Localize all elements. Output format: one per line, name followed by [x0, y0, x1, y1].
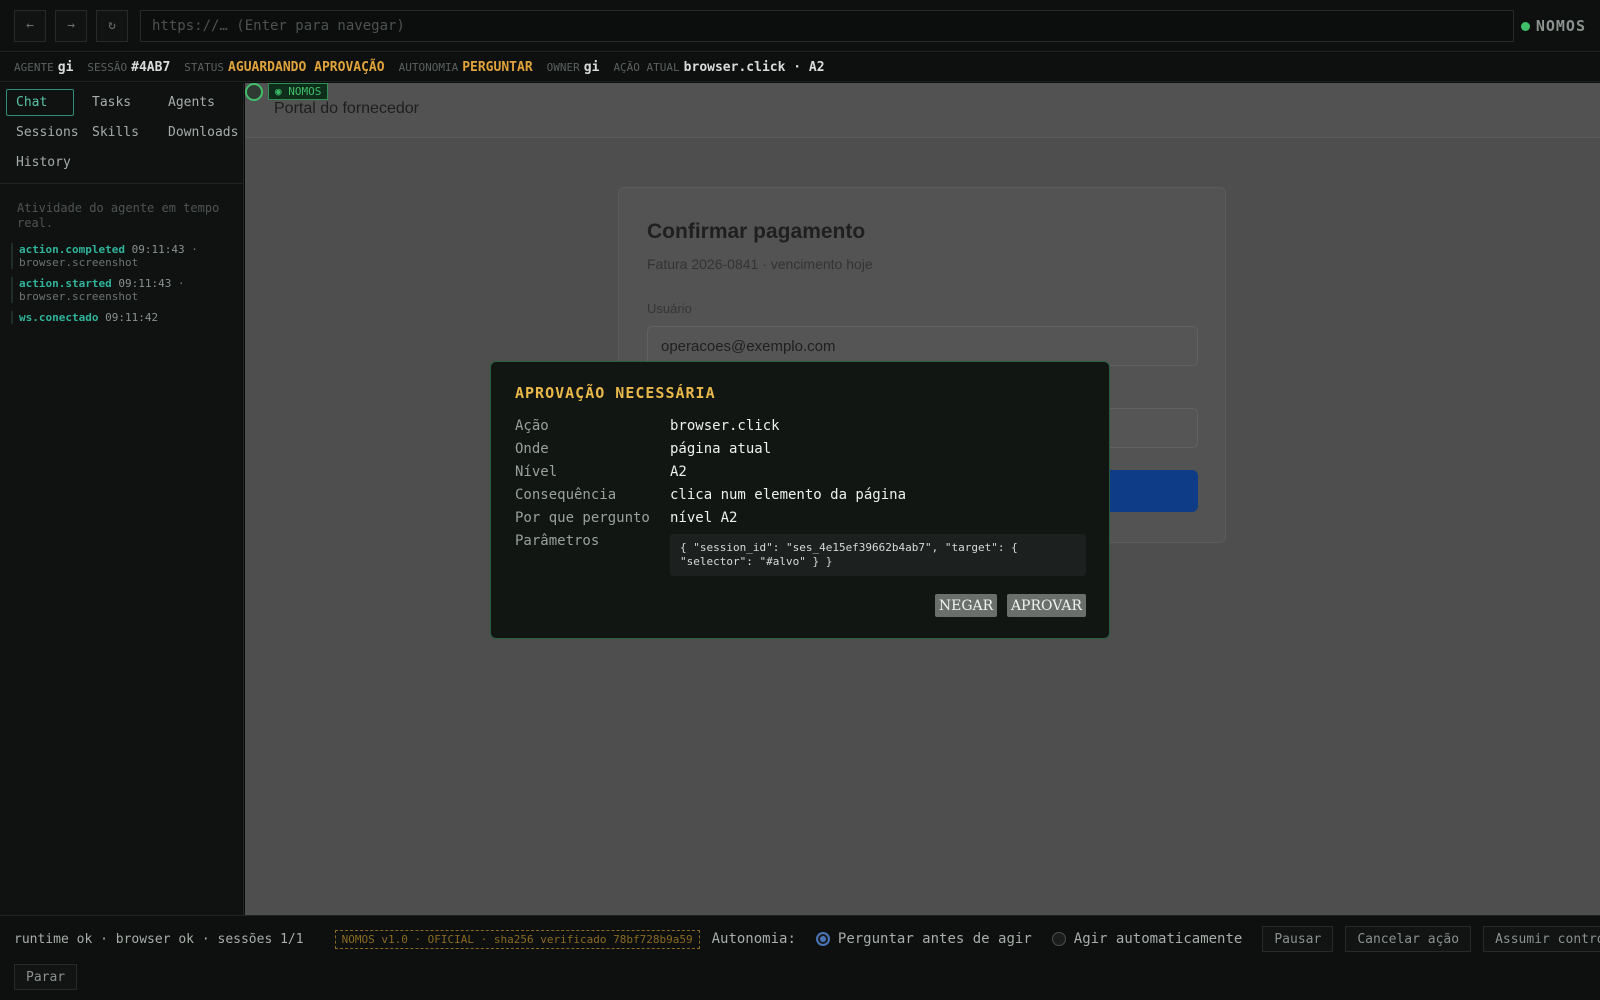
- tab-sessions[interactable]: Sessions: [6, 119, 79, 146]
- params-code: { "session_id": "ses_4e15ef39662b4ab7", …: [670, 534, 1086, 576]
- tab-agents[interactable]: Agents: [158, 89, 240, 116]
- event-detail: browser.screenshot: [19, 256, 139, 269]
- sidebar-nav: Chat Tasks Agents Sessions Skills Downlo…: [6, 89, 238, 176]
- status-current-action: AÇÃO ATUAL browser.click · A2: [613, 59, 825, 75]
- forward-button[interactable]: →: [55, 9, 87, 42]
- event-type: action.completed: [19, 243, 125, 256]
- card-title: Confirmar pagamento: [647, 220, 866, 243]
- agent-status-bar: AGENTE gi SESSÃO #4AB7 STATUS AGUARDANDO AP…: [0, 53, 1600, 82]
- tab-tasks[interactable]: Tasks: [82, 89, 150, 116]
- cancel-action-button[interactable]: Cancelar ação: [1345, 926, 1472, 952]
- status-session: SESSÃO #4AB7: [87, 59, 171, 75]
- user-field[interactable]: operacoes@exemplo.com: [647, 326, 1198, 366]
- reload-button[interactable]: ↻: [96, 9, 128, 42]
- version-badge: NOMOS v1.0 · OFICIAL · sha256 verificado…: [334, 929, 700, 949]
- arrow-right-icon: →: [67, 18, 75, 33]
- page-header: ◉ NOMOS Portal do fornecedor: [245, 83, 1600, 138]
- runtime-status: runtime ok · browser ok · sessões 1/1: [14, 931, 304, 947]
- nomos-badge: ◉ NOMOS: [268, 83, 329, 100]
- sidebar-divider: [0, 183, 244, 184]
- tab-history[interactable]: History: [6, 149, 74, 176]
- tab-chat[interactable]: Chat: [6, 89, 74, 116]
- card-subtitle: Fatura 2026-0841 · vencimento hoje: [647, 256, 873, 272]
- control-row: runtime ok · browser ok · sessões 1/1 NO…: [14, 926, 1600, 952]
- page-title: Portal do fornecedor: [274, 100, 419, 117]
- url-placeholder: https://… (Enter para navegar): [152, 18, 405, 34]
- brand: NOMOS: [1520, 0, 1586, 52]
- dialog-title: APROVAÇÃO NECESSÁRIA: [515, 384, 716, 402]
- user-label: Usuário: [647, 301, 692, 316]
- event-time: 09:11:43: [131, 243, 185, 256]
- event-time: 09:11:42: [105, 311, 159, 324]
- approval-dialog: APROVAÇÃO NECESSÁRIA Ação browser.click O…: [490, 361, 1110, 639]
- event-type: action.started: [19, 277, 112, 290]
- status-state: STATUS AGUARDANDO APROVAÇÃO: [184, 59, 385, 75]
- browser-toolbar: ← → ↻ https://… (Enter para navegar) NOM…: [0, 0, 1600, 52]
- tab-skills[interactable]: Skills: [82, 119, 150, 146]
- radio-checked-icon: [815, 932, 830, 946]
- list-item: action.completed 09:11:43 · browser.scre…: [11, 243, 236, 269]
- status-owner: OWNER gi: [546, 59, 600, 75]
- list-item: ws.conectado 09:11:42: [11, 311, 236, 324]
- status-autonomy: AUTONOMIA PERGUNTAR: [398, 59, 533, 75]
- radio-ask[interactable]: Perguntar antes de agir: [815, 931, 1032, 947]
- radio-unchecked-icon: [1051, 932, 1066, 946]
- feed-hint: Atividade do agente em tempo real.: [17, 201, 220, 230]
- user-field-value: operacoes@exemplo.com: [661, 337, 836, 355]
- take-control-button[interactable]: Assumir controle: [1483, 926, 1600, 952]
- stop-button[interactable]: Parar: [14, 964, 78, 990]
- brand-name: NOMOS: [1535, 17, 1586, 35]
- agent-cursor-icon: [245, 83, 263, 101]
- reload-icon: ↻: [108, 18, 116, 33]
- status-dot-icon: [1520, 21, 1530, 31]
- sidebar: Chat Tasks Agents Sessions Skills Downlo…: [0, 83, 244, 915]
- list-item: action.started 09:11:43 · browser.screen…: [11, 277, 236, 303]
- back-button[interactable]: ←: [14, 9, 46, 42]
- tab-downloads[interactable]: Downloads: [158, 119, 240, 146]
- control-bar: runtime ok · browser ok · sessões 1/1 NO…: [0, 915, 1600, 1000]
- event-time: 09:11:43: [118, 277, 172, 290]
- url-input[interactable]: https://… (Enter para navegar): [140, 10, 1514, 42]
- activity-feed: action.completed 09:11:43 · browser.scre…: [11, 243, 236, 332]
- autonomy-label: Autonomia:: [711, 931, 796, 947]
- event-type: ws.conectado: [19, 311, 99, 324]
- arrow-left-icon: ←: [26, 18, 34, 33]
- pause-button[interactable]: Pausar: [1262, 926, 1334, 952]
- radio-auto[interactable]: Agir automaticamente: [1051, 931, 1242, 947]
- approve-button[interactable]: APROVAR: [1007, 594, 1086, 617]
- deny-button[interactable]: NEGAR: [935, 594, 997, 617]
- event-detail: browser.screenshot: [19, 290, 139, 303]
- status-agent: AGENTE gi: [14, 59, 74, 75]
